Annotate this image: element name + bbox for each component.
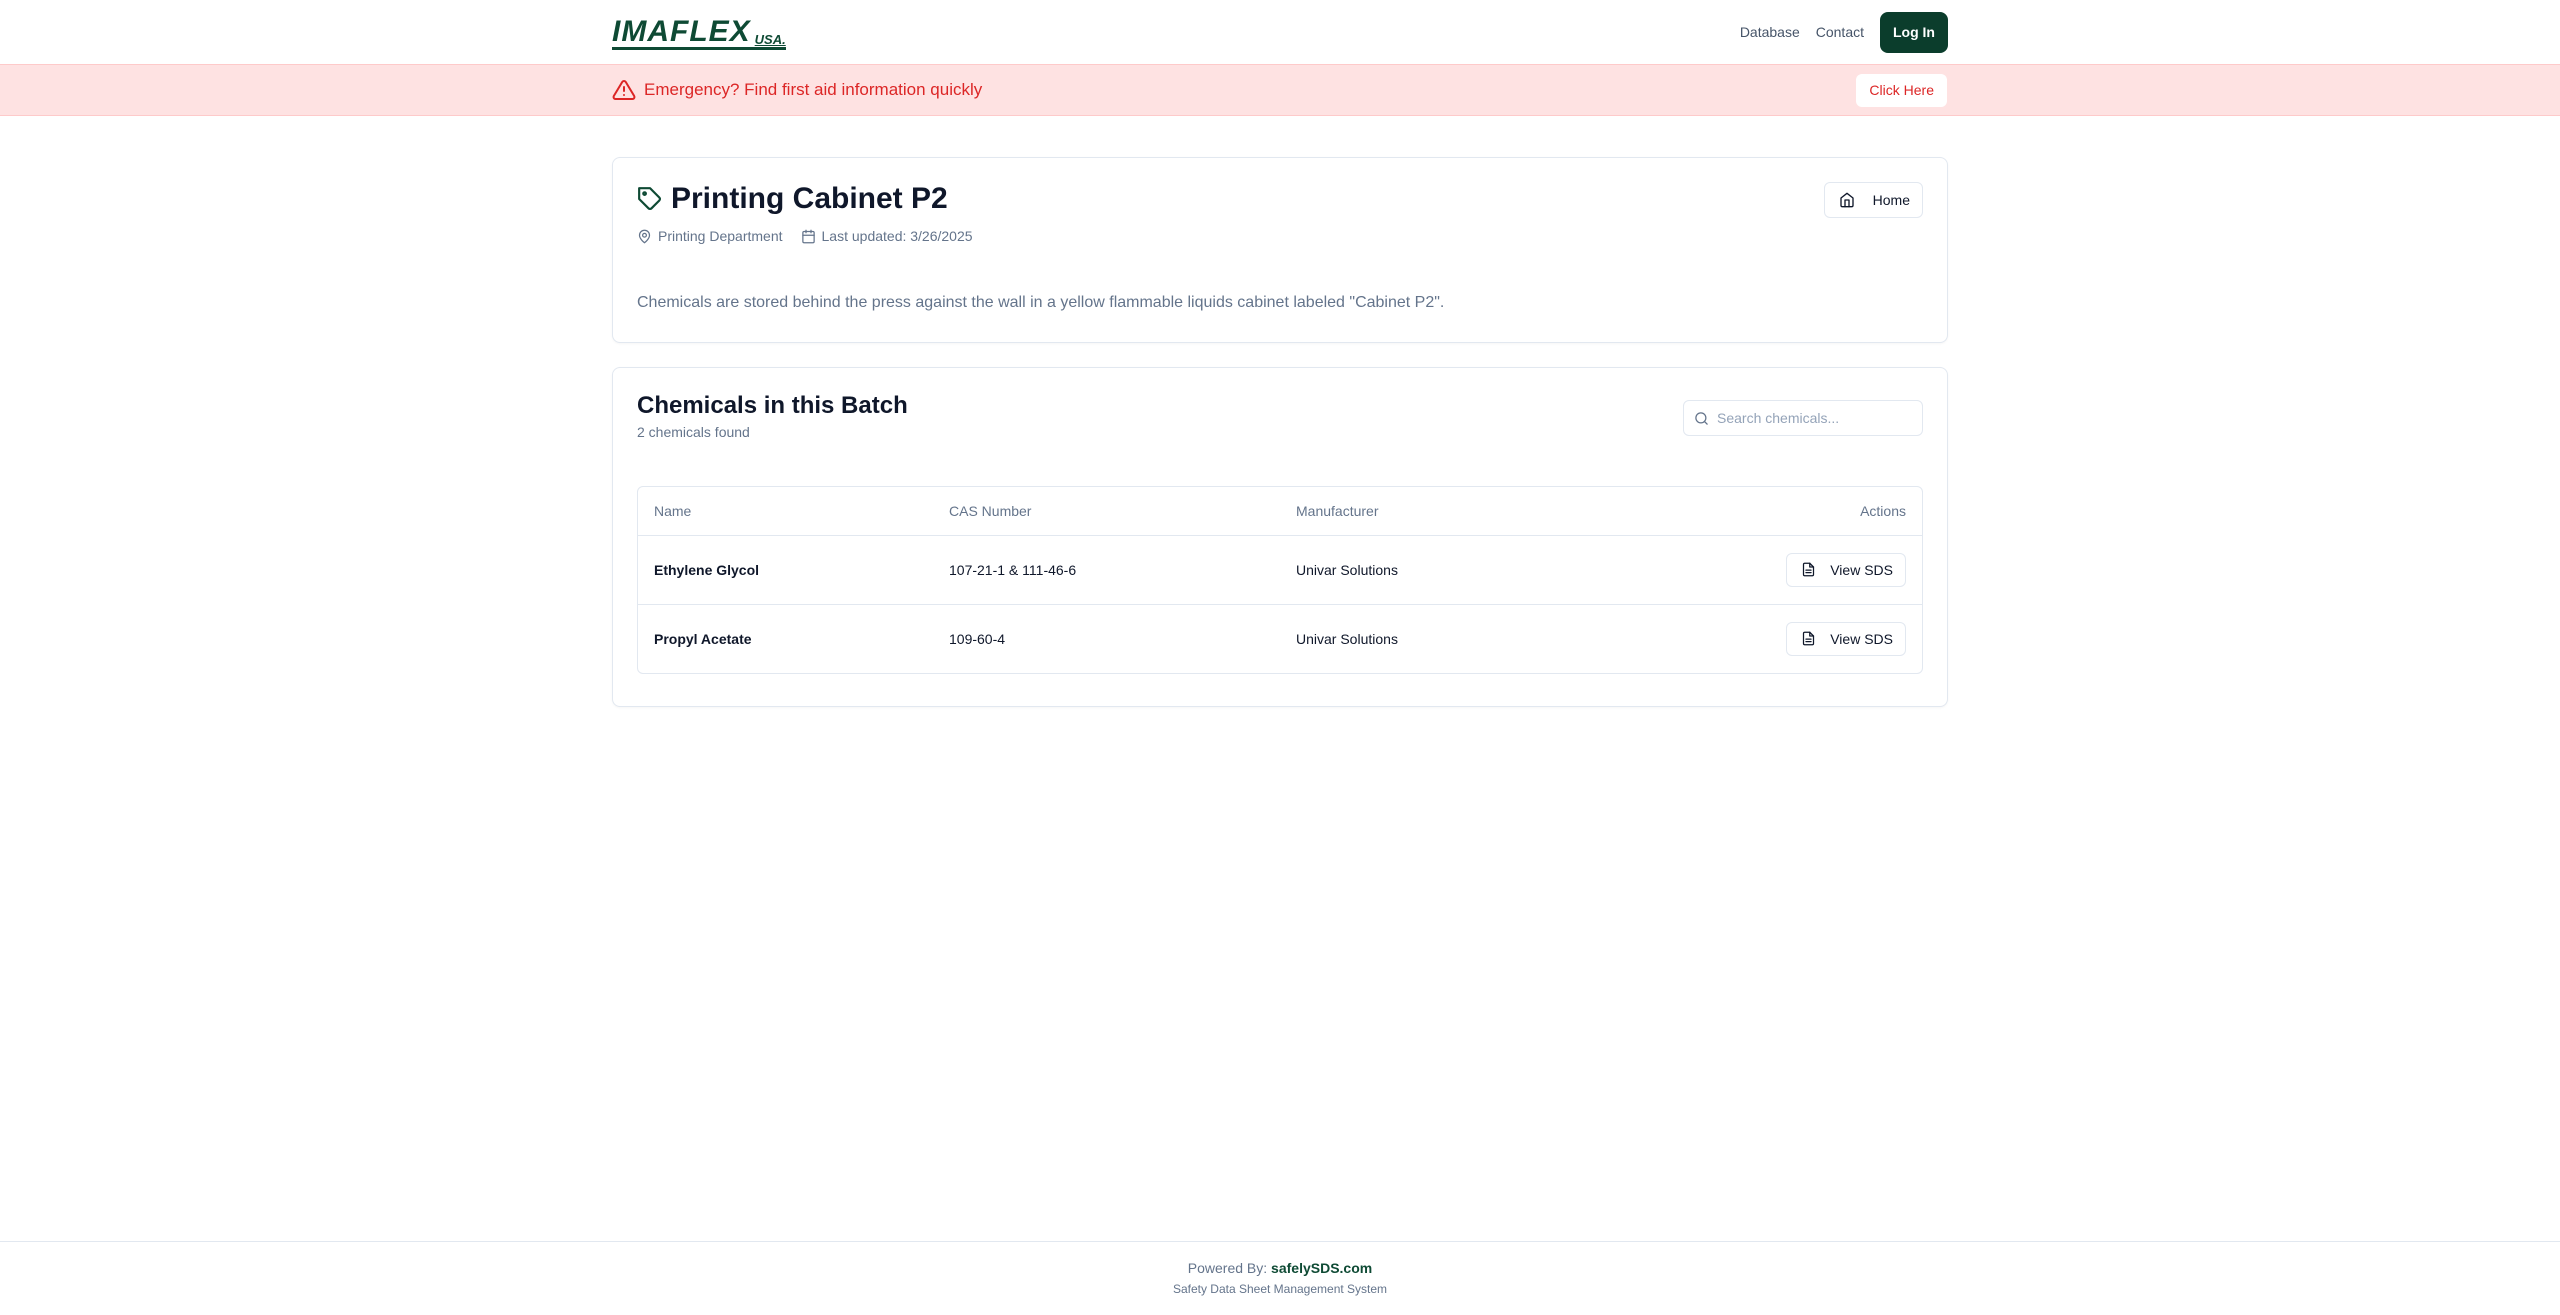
view-sds-label: View SDS [1830, 561, 1893, 578]
logo-wordmark: IMAFLEX [612, 15, 751, 48]
table-row: Propyl Acetate 109-60-4 Univar Solutions… [638, 604, 1922, 673]
home-button-label: Home [1872, 192, 1910, 208]
calendar-icon [801, 229, 816, 244]
page-title: Printing Cabinet P2 [671, 182, 948, 215]
brand-logo[interactable]: IMAFLEX USA. [612, 16, 786, 50]
top-nav: Database Contact Log In [1740, 11, 1948, 53]
nav-database-link[interactable]: Database [1740, 24, 1800, 40]
last-updated-label: Last updated: 3/26/2025 [821, 228, 973, 244]
home-button[interactable]: Home [1823, 182, 1923, 218]
view-sds-button[interactable]: View SDS [1786, 552, 1906, 587]
column-header-cas: CAS Number [933, 487, 1280, 536]
file-text-icon [1801, 562, 1816, 577]
department-label: Printing Department [658, 228, 783, 244]
alert-triangle-icon [612, 78, 636, 102]
powered-by: Powered By: safelySDS.com [0, 1260, 2560, 1276]
site-header: IMAFLEX USA. Database Contact Log In [0, 0, 2560, 64]
table-header-row: Name CAS Number Manufacturer Actions [638, 487, 1922, 536]
search-box [1683, 400, 1923, 436]
chemical-cas: 107-21-1 & 111-46-6 [933, 535, 1280, 605]
chemicals-card: Chemicals in this Batch 2 chemicals foun… [612, 367, 1948, 707]
nav-contact-link[interactable]: Contact [1816, 24, 1864, 40]
powered-by-prefix: Powered By: [1187, 1260, 1268, 1276]
emergency-text: Emergency? Find first aid information qu… [644, 80, 983, 99]
logo-suffix: USA. [754, 32, 786, 47]
chemical-name: Propyl Acetate [654, 630, 752, 647]
emergency-message: Emergency? Find first aid information qu… [612, 78, 982, 102]
emergency-click-here-button[interactable]: Click Here [1856, 73, 1947, 107]
column-header-actions: Actions [1580, 487, 1922, 536]
login-button[interactable]: Log In [1880, 11, 1948, 53]
search-icon [1694, 411, 1709, 426]
column-header-manufacturer: Manufacturer [1280, 487, 1581, 536]
table-row: Ethylene Glycol 107-21-1 & 111-46-6 Univ… [638, 535, 1922, 605]
chemicals-table: Name CAS Number Manufacturer Actions Eth… [637, 486, 1923, 674]
file-text-icon [1801, 631, 1816, 646]
chemical-name: Ethylene Glycol [638, 535, 933, 605]
view-sds-button[interactable]: View SDS [1786, 621, 1906, 656]
location-info-card: Printing Cabinet P2 Printing Department … [612, 157, 1948, 343]
safelysds-link[interactable]: safelySDS.com [1271, 1260, 1372, 1276]
view-sds-label: View SDS [1830, 630, 1893, 647]
chemical-cas: 109-60-4 [949, 630, 1006, 647]
column-header-name: Name [638, 487, 933, 536]
tag-icon [637, 186, 663, 212]
chemical-manufacturer: Univar Solutions [1296, 630, 1398, 647]
chemical-manufacturer: Univar Solutions [1280, 535, 1581, 605]
site-footer: Powered By: safelySDS.com Safety Data Sh… [0, 1241, 2560, 1315]
location-description: Chemicals are stored behind the press ag… [637, 294, 1445, 311]
footer-subtitle: Safety Data Sheet Management System [1172, 1282, 1388, 1296]
emergency-banner: Emergency? Find first aid information qu… [0, 64, 2560, 116]
home-icon [1839, 192, 1855, 208]
search-input[interactable] [1717, 410, 1907, 426]
location-meta: Printing Department Last updated: 3/26/2… [637, 228, 1923, 244]
map-pin-icon [637, 229, 652, 244]
